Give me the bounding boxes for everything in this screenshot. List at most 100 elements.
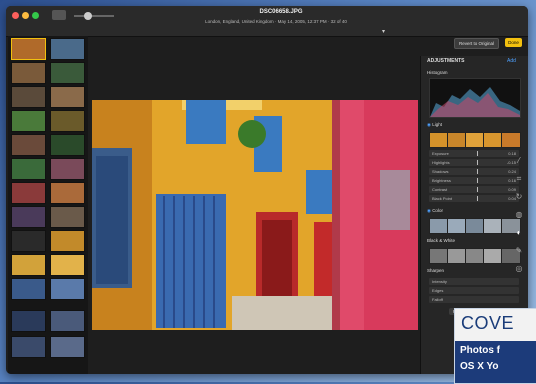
- light-preset[interactable]: [465, 132, 485, 148]
- thumbnail[interactable]: [50, 206, 85, 228]
- color-preset[interactable]: [465, 218, 485, 234]
- chevron-down-icon[interactable]: ▾: [382, 28, 392, 35]
- street-photo-image: [92, 100, 418, 330]
- slider-marker[interactable]: [477, 151, 478, 156]
- panel-title: ADJUSTMENTS: [427, 58, 465, 64]
- slider-marker[interactable]: [477, 196, 478, 201]
- thumbnail[interactable]: [50, 134, 85, 156]
- adjust-row-brightness[interactable]: Brightness 0.16: [429, 177, 519, 184]
- color-preset[interactable]: [429, 218, 449, 234]
- thumbnail[interactable]: [11, 230, 46, 252]
- magazine-cover-overlay: COVE Photos f OS X Yo: [454, 308, 536, 384]
- cover-line-1: Photos f: [460, 345, 500, 356]
- color-preset[interactable]: [483, 218, 503, 234]
- title-bar: DSC06658.JPG London, England, United Kin…: [6, 6, 528, 37]
- row-label: Brightness: [432, 178, 451, 183]
- crop-icon[interactable]: ⌗: [514, 174, 524, 184]
- rotate-icon[interactable]: ↻: [514, 192, 524, 202]
- black-white-section-label[interactable]: Black & White: [427, 238, 455, 243]
- filters-icon[interactable]: ◍: [514, 210, 524, 220]
- row-label: Black Point: [432, 196, 453, 201]
- window-subtitle: London, England, United Kingdom · May 14…: [205, 19, 347, 24]
- row-label: Exposure: [432, 151, 449, 156]
- thumbnail[interactable]: [50, 86, 85, 108]
- slider-marker[interactable]: [477, 169, 478, 174]
- thumbnail[interactable]: [50, 110, 85, 132]
- light-section-label[interactable]: ◉ Light: [427, 122, 442, 128]
- bw-preset[interactable]: [465, 248, 485, 264]
- cover-line-2: OS X Yo: [460, 361, 499, 372]
- row-label: Contrast: [432, 187, 448, 192]
- thumbnail[interactable]: [11, 62, 46, 84]
- thumbnail[interactable]: [11, 158, 46, 180]
- adjust-row-exposure[interactable]: Exposure 0.18: [429, 150, 519, 157]
- thumbnail[interactable]: [11, 278, 46, 300]
- thumbnail[interactable]: [11, 336, 46, 358]
- sharpen-section-label[interactable]: Sharpen: [427, 268, 444, 273]
- slider-marker[interactable]: [477, 160, 478, 165]
- row-label: Edges: [432, 288, 444, 293]
- thumbnail[interactable]: [50, 158, 85, 180]
- thumbnail[interactable]: [50, 230, 85, 252]
- light-preset[interactable]: [447, 132, 467, 148]
- minimize-button[interactable]: [22, 12, 29, 19]
- histogram: [429, 78, 521, 118]
- histogram-label: Histogram: [427, 70, 448, 75]
- histogram-graph: [430, 87, 520, 117]
- photos-window: DSC06658.JPG London, England, United Kin…: [6, 6, 528, 374]
- thumbnail[interactable]: [11, 134, 46, 156]
- thumbnail[interactable]: [11, 86, 46, 108]
- done-button[interactable]: Done: [505, 38, 522, 47]
- light-preset[interactable]: [429, 132, 449, 148]
- thumbnail-strip[interactable]: [8, 36, 88, 374]
- thumbnail[interactable]: [11, 254, 46, 276]
- thumbnail[interactable]: [11, 38, 46, 60]
- thumbnail[interactable]: [50, 310, 85, 332]
- adjust-row-highlights[interactable]: Highlights -0.15: [429, 159, 519, 166]
- slider-marker[interactable]: [477, 187, 478, 192]
- thumbnail[interactable]: [50, 38, 85, 60]
- zoom-slider[interactable]: [74, 15, 114, 17]
- bw-preset[interactable]: [429, 248, 449, 264]
- add-adjustment-button[interactable]: Add: [507, 58, 516, 64]
- thumbnail[interactable]: [50, 336, 85, 358]
- color-label: Color: [432, 208, 443, 213]
- zoom-slider-knob[interactable]: [84, 12, 92, 20]
- thumbnail[interactable]: [11, 206, 46, 228]
- sidebar-toggle-button[interactable]: [52, 10, 66, 20]
- adjust-row-intensity[interactable]: Intensity: [429, 278, 519, 285]
- thumbnail[interactable]: [11, 110, 46, 132]
- retouch-icon[interactable]: ✎: [514, 246, 524, 256]
- thumbnail[interactable]: [50, 278, 85, 300]
- slider-marker[interactable]: [477, 178, 478, 183]
- light-preset[interactable]: [483, 132, 503, 148]
- adjust-icon[interactable]: ◐: [514, 228, 524, 238]
- adjust-row-falloff[interactable]: Falloff: [429, 296, 519, 303]
- color-preset[interactable]: [447, 218, 467, 234]
- adjust-row-black-point[interactable]: Black Point 0.04: [429, 195, 519, 202]
- thumbnail[interactable]: [11, 310, 46, 332]
- color-section-label[interactable]: ◉ Color: [427, 208, 443, 214]
- magic-wand-icon[interactable]: ⁄: [514, 156, 524, 166]
- red-eye-icon[interactable]: ◎: [514, 264, 524, 274]
- adjust-row-contrast[interactable]: Contrast 0.09: [429, 186, 519, 193]
- light-preset[interactable]: [501, 132, 521, 148]
- zoom-button[interactable]: [32, 12, 39, 19]
- adjust-row-shadows[interactable]: Shadows 0.24: [429, 168, 519, 175]
- window-title: DSC06658.JPG: [259, 9, 303, 15]
- close-button[interactable]: [12, 12, 19, 19]
- cover-heading: COVE: [461, 313, 515, 333]
- thumbnail[interactable]: [50, 254, 85, 276]
- light-label: Light: [432, 122, 442, 127]
- bw-preset[interactable]: [483, 248, 503, 264]
- thumbnail[interactable]: [50, 182, 85, 204]
- photo-canvas[interactable]: [92, 100, 418, 330]
- row-label: Highlights: [432, 160, 450, 165]
- adjust-row-edges[interactable]: Edges: [429, 287, 519, 294]
- row-label: Falloff: [432, 297, 443, 302]
- revert-to-original-button[interactable]: Revert to Original: [454, 38, 500, 49]
- bw-preset[interactable]: [447, 248, 467, 264]
- thumbnail[interactable]: [50, 62, 85, 84]
- thumbnail[interactable]: [11, 182, 46, 204]
- row-label: Shadows: [432, 169, 449, 174]
